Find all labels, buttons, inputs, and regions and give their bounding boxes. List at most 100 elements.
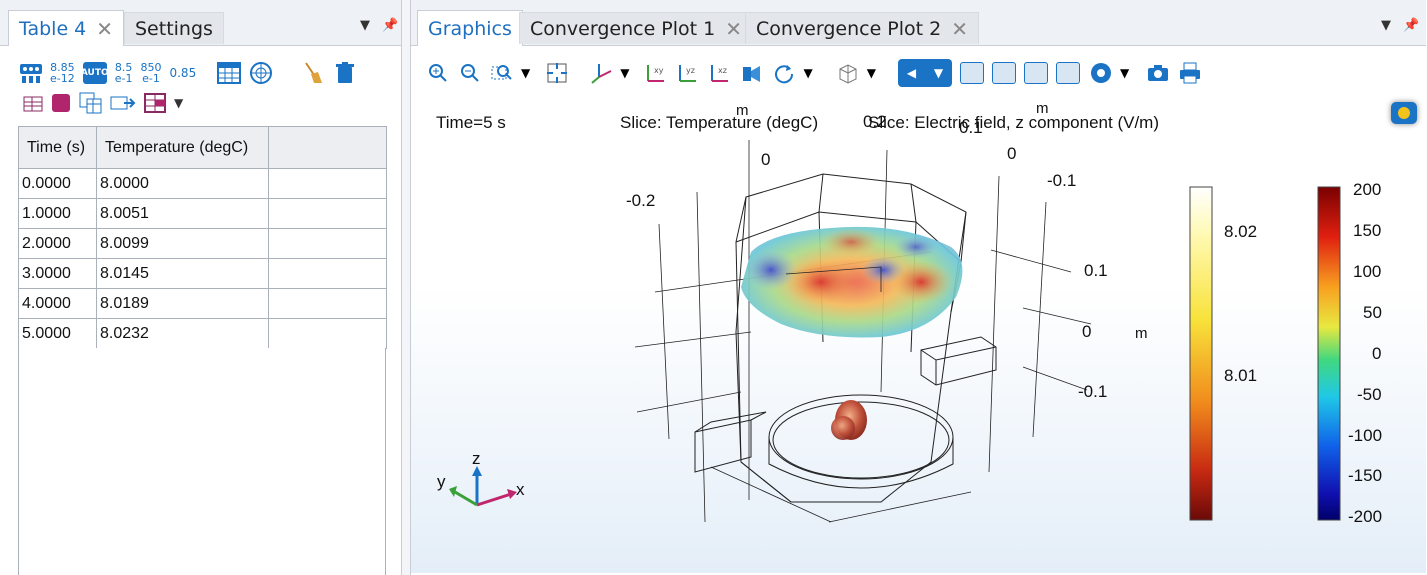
auto-format-button[interactable]: AUTO: [80, 62, 109, 84]
table-row[interactable]: 5.0000 8.0232: [18, 318, 387, 349]
colorbar-tick-label: -100: [1348, 426, 1383, 445]
close-icon[interactable]: ✕: [725, 17, 742, 41]
color-swatch-icon[interactable]: [52, 94, 70, 112]
axis-tick-label: 0: [1007, 144, 1017, 163]
table-cell[interactable]: 1.0000: [18, 198, 97, 229]
transparency-icon[interactable]: [835, 60, 861, 86]
axis-triad-icon[interactable]: [588, 60, 614, 86]
table-cell: [268, 168, 387, 199]
chevron-down-icon[interactable]: ▼: [867, 66, 876, 80]
tab-table-4[interactable]: Table 4 ✕: [8, 10, 125, 46]
table-cell[interactable]: 8.0189: [96, 288, 269, 319]
zoom-out-icon[interactable]: [457, 60, 483, 86]
table-cell[interactable]: 4.0000: [18, 288, 97, 319]
table-cell[interactable]: 8.0145: [96, 258, 269, 289]
table-cell: [268, 258, 387, 289]
table-row[interactable]: 3.0000 8.0145: [18, 258, 387, 289]
table-row[interactable]: 4.0000 8.0189: [18, 288, 387, 319]
table-values-icon[interactable]: [18, 60, 44, 86]
print-icon[interactable]: [1177, 60, 1203, 86]
broom-icon[interactable]: [300, 60, 326, 86]
render-settings-icon[interactable]: [1088, 60, 1114, 86]
tab-convergence-plot-2[interactable]: Convergence Plot 2 ✕: [745, 12, 980, 44]
tab-graphics[interactable]: Graphics: [417, 10, 523, 46]
colorbar-tick-label: 8.01: [1224, 366, 1258, 385]
format-bottom: e-12: [50, 72, 75, 85]
format-bottom: e-1: [114, 72, 133, 85]
table-cell[interactable]: 2.0000: [18, 228, 97, 259]
format-scientific-button[interactable]: 8.85 e-12: [50, 62, 75, 84]
axis-unit-label: m: [736, 102, 749, 119]
svg-text:xy: xy: [654, 66, 664, 75]
table-cell[interactable]: 0.0000: [18, 168, 97, 199]
chevron-down-icon[interactable]: ▼: [521, 66, 530, 80]
table-row[interactable]: 0.0000 8.0000: [18, 168, 387, 199]
view-yz-icon[interactable]: yz: [675, 60, 701, 86]
table-empty-area: [18, 348, 386, 575]
axis-tick-label: -0.1: [1078, 382, 1108, 401]
chevron-down-icon[interactable]: ▼: [1381, 18, 1391, 33]
slice-temperature-title: Slice: Temperature (degC): [620, 113, 819, 132]
format-engineering-button[interactable]: 8.5 e-1: [115, 62, 133, 84]
column-header-time[interactable]: Time (s): [18, 126, 97, 169]
export-arrow-icon[interactable]: [110, 90, 136, 116]
chevron-down-icon[interactable]: ▼: [803, 66, 812, 80]
table-cell[interactable]: 3.0000: [18, 258, 97, 289]
table-cell[interactable]: 8.0099: [96, 228, 269, 259]
headlight-icon[interactable]: [959, 62, 984, 84]
chevron-down-icon[interactable]: ▼: [360, 18, 370, 33]
view-xy-icon[interactable]: xy: [643, 60, 669, 86]
colorbar-tick-label: 0: [1372, 344, 1382, 363]
graphics-tabbar: Graphics Convergence Plot 1 ✕ Convergenc…: [411, 0, 1426, 46]
camera-icon[interactable]: [1145, 60, 1171, 86]
table-grid-icon[interactable]: [216, 60, 242, 86]
close-icon[interactable]: ✕: [96, 17, 113, 41]
table-panel: Table 4 ✕ Settings ▼ 📌 8.85 e-12 AUTO 8.…: [0, 0, 402, 575]
camera-view-icon[interactable]: [739, 60, 765, 86]
axis-tick-label: 0.1: [959, 118, 983, 137]
column-header-temperature[interactable]: Temperature (degC): [96, 126, 269, 169]
table-layout-icon[interactable]: [142, 90, 168, 116]
graphics-panel: Graphics Convergence Plot 1 ✕ Convergenc…: [410, 0, 1427, 575]
chevron-down-icon[interactable]: ▼: [620, 66, 629, 80]
tab-settings[interactable]: Settings: [124, 12, 224, 44]
axis-unit-label: m: [1135, 325, 1148, 342]
zoom-extents-icon[interactable]: [544, 60, 570, 86]
colorbar-tick-label: 8.02: [1224, 222, 1258, 241]
hotspot-surface: [821, 228, 881, 256]
table-cell[interactable]: 8.0051: [96, 198, 269, 229]
coldspot-surface: [861, 256, 905, 284]
format-decimal-button[interactable]: 0.85: [169, 65, 197, 80]
colorbar-tick-label: 50: [1363, 303, 1382, 322]
copy-table-icon[interactable]: [78, 90, 104, 116]
close-icon[interactable]: ✕: [951, 17, 968, 41]
table-cell[interactable]: 8.0232: [96, 318, 269, 349]
format-decimal-label: 0.85: [169, 65, 197, 80]
tab-convergence-plot-1[interactable]: Convergence Plot 1 ✕: [519, 12, 754, 44]
zoom-in-icon[interactable]: [425, 60, 451, 86]
rotate-icon[interactable]: [771, 60, 797, 86]
grid-icon[interactable]: [1023, 62, 1048, 84]
table-row[interactable]: 2.0000 8.0099: [18, 228, 387, 259]
table-cell[interactable]: 8.0000: [96, 168, 269, 199]
legend-icon[interactable]: [1055, 62, 1080, 84]
pin-icon[interactable]: 📌: [1403, 18, 1419, 33]
table-export-icon[interactable]: [20, 90, 46, 116]
view-xz-icon[interactable]: xz: [707, 60, 733, 86]
model-geometry-svg: [449, 140, 1341, 523]
table-cell: [268, 318, 387, 349]
zoom-box-icon[interactable]: [489, 60, 515, 86]
polar-grid-icon[interactable]: [248, 60, 274, 86]
pin-icon[interactable]: 📌: [382, 18, 398, 33]
auto-label: AUTO: [80, 68, 109, 78]
table-cell[interactable]: 5.0000: [18, 318, 97, 349]
chevron-down-icon[interactable]: ▼: [1120, 66, 1129, 80]
table-row[interactable]: 1.0000 8.0051: [18, 198, 387, 229]
chevron-down-icon[interactable]: ▼: [174, 96, 183, 110]
graphics-canvas[interactable]: Time=5 s Slice: Temperature (degC) Slice…: [411, 92, 1426, 573]
axis-unit-label: m: [1036, 100, 1049, 117]
delete-icon[interactable]: [332, 60, 358, 86]
format-integer-button[interactable]: 850 e-1: [140, 62, 161, 84]
scene-light-dropdown[interactable]: ◀ ▼: [897, 59, 952, 87]
wireframe-icon[interactable]: [991, 62, 1016, 84]
